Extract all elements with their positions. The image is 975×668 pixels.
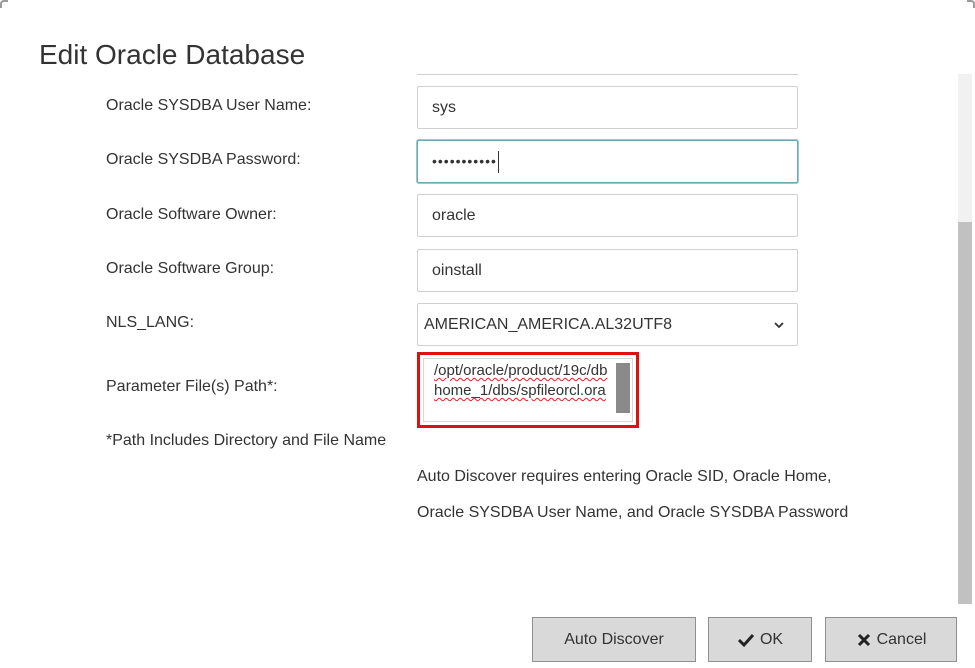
cancel-label: Cancel	[876, 630, 927, 648]
nls-lang-selected-value: AMERICAN_AMERICA.AL32UTF8	[424, 316, 673, 333]
close-icon	[857, 633, 870, 646]
sysdba-user-input[interactable]: sys	[417, 86, 798, 129]
software-owner-label: Oracle Software Owner:	[106, 206, 277, 223]
window-corner-top-right	[967, 0, 975, 8]
software-group-input[interactable]: oinstall	[417, 249, 798, 292]
parameter-file-textarea[interactable]: /opt/oracle/product/19c/dbhome_1/dbs/spf…	[423, 358, 633, 422]
software-owner-input[interactable]: oracle	[417, 194, 798, 237]
auto-discover-button[interactable]: Auto Discover	[532, 617, 696, 662]
text-caret	[497, 150, 499, 173]
auto-discover-info-line1: Auto Discover requires entering Oracle S…	[417, 468, 832, 485]
parameter-file-value: /opt/oracle/product/19c/dbhome_1/dbs/spf…	[434, 362, 608, 399]
parameter-file-highlight: /opt/oracle/product/19c/dbhome_1/dbs/spf…	[417, 352, 639, 428]
nls-lang-select[interactable]: AMERICAN_AMERICA.AL32UTF8	[417, 303, 798, 346]
previous-field-edge	[417, 74, 798, 75]
checkmark-icon	[737, 633, 755, 647]
software-owner-value: oracle	[432, 207, 476, 224]
sysdba-password-input[interactable]: •••••••••••	[417, 140, 798, 183]
software-group-value: oinstall	[432, 262, 482, 279]
software-group-label: Oracle Software Group:	[106, 260, 275, 277]
sysdba-password-masked: •••••••••••	[432, 153, 497, 169]
cancel-button[interactable]: Cancel	[825, 617, 957, 662]
window-corner-top-left	[0, 0, 8, 8]
path-note: *Path Includes Directory and File Name	[106, 432, 387, 449]
ok-label: OK	[759, 630, 784, 648]
sysdba-user-value: sys	[432, 99, 456, 116]
form-scroll-region[interactable]: Oracle SYSDBA User Name: sys Oracle SYSD…	[0, 74, 975, 604]
dialog-scrollbar-thumb[interactable]	[958, 222, 972, 604]
sysdba-password-label: Oracle SYSDBA Password:	[106, 151, 301, 168]
auto-discover-label: Auto Discover	[564, 630, 664, 648]
ok-button[interactable]: OK	[708, 617, 812, 662]
edit-oracle-database-dialog: Edit Oracle Database Oracle SYSDBA User …	[0, 0, 975, 668]
chevron-down-icon	[774, 322, 784, 329]
textarea-scrollbar[interactable]	[616, 363, 630, 413]
sysdba-user-label: Oracle SYSDBA User Name:	[106, 97, 312, 114]
dialog-scrollbar[interactable]	[958, 74, 972, 604]
parameter-file-label: Parameter File(s) Path*:	[106, 378, 278, 395]
auto-discover-info-line2: Oracle SYSDBA User Name, and Oracle SYSD…	[417, 504, 849, 521]
dialog-title: Edit Oracle Database	[39, 39, 306, 70]
nls-lang-label: NLS_LANG:	[106, 314, 195, 331]
